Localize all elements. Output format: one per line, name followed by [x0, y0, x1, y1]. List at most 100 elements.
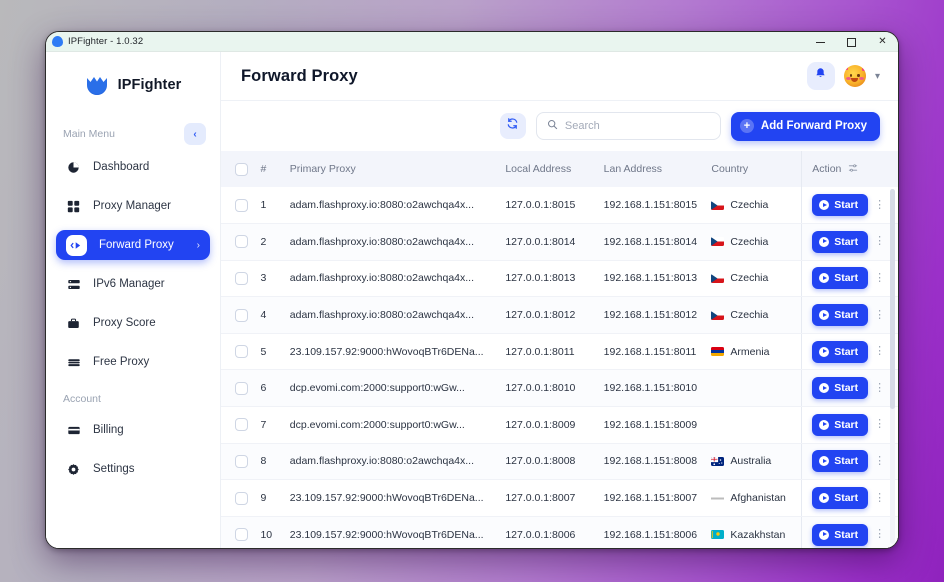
- maximize-icon: [847, 37, 856, 47]
- start-button[interactable]: Start: [812, 340, 869, 363]
- table-vertical-scrollbar[interactable]: [890, 189, 895, 544]
- table-row[interactable]: 8 adam.flashproxy.io:8080:o2awchqa4x... 12…: [221, 443, 898, 481]
- more-vertical-icon[interactable]: ⋮: [874, 419, 885, 430]
- sidebar-item-label: Billing: [93, 424, 124, 436]
- sidebar-collapse-button[interactable]: ‹: [184, 123, 206, 145]
- more-vertical-icon[interactable]: ⋮: [874, 309, 885, 321]
- more-vertical-icon[interactable]: ⋮: [874, 272, 885, 284]
- row-local-address: 127.0.0.1:8007: [499, 479, 598, 517]
- column-country[interactable]: Country: [705, 151, 802, 187]
- table-scroll-container[interactable]: # Primary Proxy Local Address Lan Addres…: [221, 151, 898, 548]
- row-select-cell: [221, 443, 255, 481]
- more-vertical-icon[interactable]: ⋮: [874, 236, 885, 247]
- start-button-label: Start: [834, 272, 859, 285]
- search-box[interactable]: [535, 112, 721, 140]
- close-button[interactable]: ✕: [867, 32, 898, 52]
- table-row[interactable]: 5 23.109.157.92:9000:hWovoqBTr6DENa... 127…: [221, 333, 898, 371]
- main-content: Forward Proxy ▾ Search + Add Forward Pro…: [221, 52, 898, 548]
- row-checkbox[interactable]: [235, 308, 248, 322]
- plus-icon: +: [739, 119, 754, 133]
- row-checkbox[interactable]: [235, 491, 248, 505]
- column-local-address[interactable]: Local Address: [499, 151, 598, 187]
- sidebar-item-free-proxy[interactable]: Free Proxy: [56, 347, 210, 377]
- row-index: 8: [254, 443, 284, 481]
- play-icon: [819, 310, 830, 321]
- start-button[interactable]: Start: [812, 194, 869, 217]
- more-vertical-icon[interactable]: ⋮: [874, 382, 885, 394]
- sidebar-item-proxy-manager[interactable]: Proxy Manager: [56, 191, 210, 221]
- sidebar-item-settings[interactable]: Settings: [56, 454, 210, 484]
- refresh-button[interactable]: [499, 113, 526, 139]
- sidebar-item-ipv6-manager[interactable]: IPv6 Manager: [56, 269, 210, 299]
- row-checkbox[interactable]: [235, 418, 248, 432]
- more-vertical-icon[interactable]: ⋮: [874, 199, 885, 211]
- more-vertical-icon[interactable]: ⋮: [874, 346, 885, 357]
- row-index: 5: [254, 333, 284, 371]
- table-row[interactable]: 2 adam.flashproxy.io:8080:o2awchqa4x... 12…: [221, 223, 898, 261]
- select-all-checkbox[interactable]: [235, 162, 248, 176]
- row-local-address: 127.0.0.1:8006: [499, 516, 598, 548]
- table-toolbar: + Add Forward Proxy: [221, 101, 898, 151]
- table-row[interactable]: 1 adam.flashproxy.io:8080:o2awchqa4x... 12…: [221, 187, 898, 225]
- start-button[interactable]: Start: [812, 487, 869, 510]
- sidebar-item-label: Settings: [93, 463, 135, 475]
- more-vertical-icon[interactable]: ⋮: [874, 492, 885, 504]
- column-index[interactable]: #: [254, 151, 284, 187]
- search-input[interactable]: [564, 120, 710, 132]
- start-button[interactable]: Start: [812, 304, 869, 327]
- row-checkbox[interactable]: [235, 528, 248, 542]
- row-country: [705, 406, 802, 444]
- row-primary-proxy: adam.flashproxy.io:8080:o2awchqa4x...: [283, 260, 500, 298]
- row-action: Start ⋮: [801, 296, 898, 334]
- sidebar-item-dashboard[interactable]: Dashboard: [56, 152, 210, 182]
- add-forward-proxy-label: Add Forward Proxy: [760, 120, 867, 132]
- row-primary-proxy: adam.flashproxy.io:8080:o2awchqa4x...: [283, 223, 500, 261]
- scrollbar-thumb[interactable]: [890, 189, 895, 410]
- sidebar-item-billing[interactable]: Billing: [56, 415, 210, 445]
- start-button[interactable]: Start: [812, 377, 869, 400]
- start-button[interactable]: Start: [812, 230, 869, 253]
- sort-settings-icon[interactable]: [848, 163, 858, 176]
- sidebar-item-proxy-score[interactable]: Proxy Score: [56, 308, 210, 338]
- row-index: 2: [254, 223, 284, 261]
- close-icon: ✕: [878, 36, 887, 47]
- table-row[interactable]: 3 adam.flashproxy.io:8080:o2awchqa4x... 12…: [221, 260, 898, 298]
- row-country: Armenia: [705, 333, 802, 371]
- start-button[interactable]: Start: [812, 450, 869, 473]
- start-button-label: Start: [834, 418, 859, 431]
- table-row[interactable]: 4 adam.flashproxy.io:8080:o2awchqa4x... 12…: [221, 296, 898, 334]
- more-vertical-icon[interactable]: ⋮: [874, 529, 885, 540]
- chevron-left-icon: ‹: [193, 128, 197, 140]
- row-checkbox[interactable]: [235, 271, 248, 285]
- flag-icon-cz: [711, 200, 725, 210]
- row-checkbox[interactable]: [235, 381, 248, 395]
- column-primary-proxy[interactable]: Primary Proxy: [283, 151, 500, 187]
- table-row[interactable]: 6 dcp.evomi.com:2000:support0:wGw... 127.0…: [221, 369, 898, 408]
- notifications-button[interactable]: [806, 62, 835, 90]
- chevron-down-icon[interactable]: ▾: [875, 71, 880, 82]
- column-lan-address[interactable]: Lan Address: [597, 151, 706, 187]
- table-row[interactable]: 10 23.109.157.92:9000:hWovoqBTr6DENa... 12…: [221, 516, 898, 548]
- start-button[interactable]: Start: [812, 267, 869, 290]
- row-checkbox[interactable]: [235, 198, 248, 212]
- row-checkbox[interactable]: [235, 235, 248, 249]
- row-lan-address: 192.168.1.151:8007: [597, 479, 706, 517]
- row-index: 7: [254, 406, 284, 444]
- add-forward-proxy-button[interactable]: + Add Forward Proxy: [730, 111, 880, 141]
- row-checkbox[interactable]: [235, 345, 248, 359]
- table-row[interactable]: 9 23.109.157.92:9000:hWovoqBTr6DENa... 127…: [221, 479, 898, 517]
- maximize-button[interactable]: [836, 32, 867, 52]
- row-select-cell: [221, 479, 255, 517]
- table-row[interactable]: 7 dcp.evomi.com:2000:support0:wGw... 127.0…: [221, 406, 898, 444]
- more-vertical-icon[interactable]: ⋮: [874, 455, 885, 467]
- table-body: 1 adam.flashproxy.io:8080:o2awchqa4x... 12…: [221, 187, 898, 548]
- avatar[interactable]: [843, 65, 866, 87]
- row-checkbox[interactable]: [235, 454, 248, 468]
- start-button[interactable]: Start: [812, 413, 869, 436]
- column-action[interactable]: Action: [801, 151, 898, 187]
- row-country: Australia: [705, 443, 802, 481]
- forward-arrow-icon: [66, 234, 87, 256]
- minimize-button[interactable]: [805, 32, 836, 52]
- sidebar-item-forward-proxy[interactable]: Forward Proxy ›: [56, 230, 210, 260]
- start-button[interactable]: Start: [812, 523, 869, 546]
